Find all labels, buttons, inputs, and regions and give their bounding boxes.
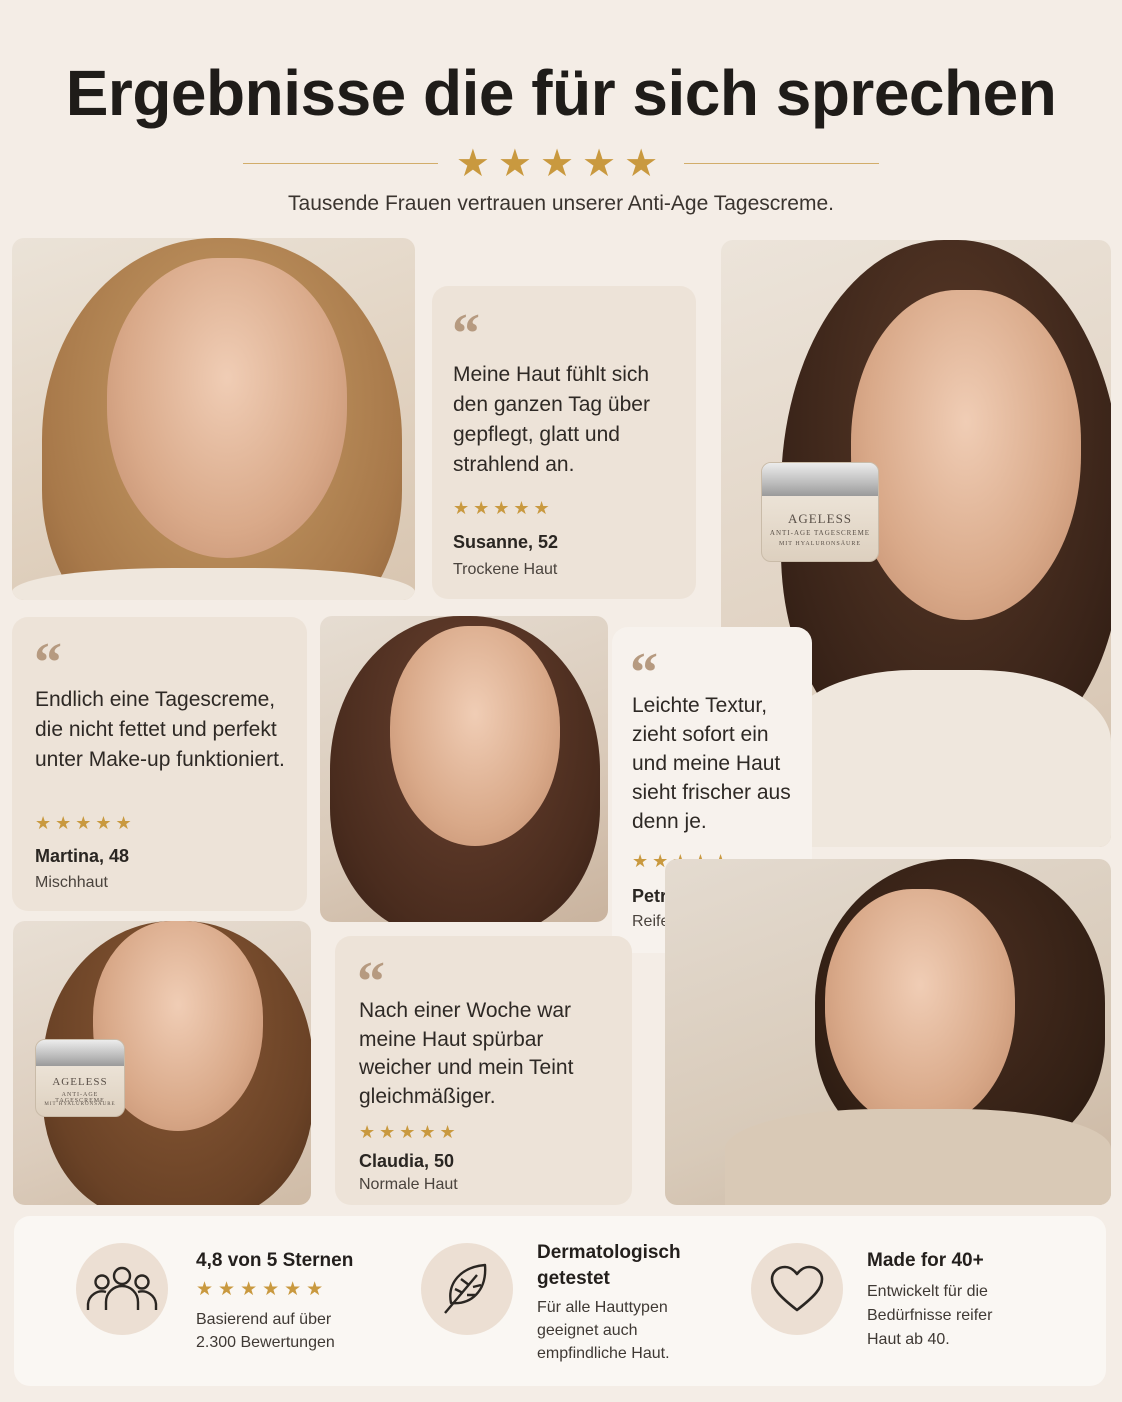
feature-title: Made for 40+ (867, 1250, 984, 1271)
testimonial-quote: Endlich eine Tagescreme, die nicht fette… (35, 688, 285, 771)
title-divider: ★★★★★ (0, 140, 1122, 186)
product-jar: AGELESS ANTI-AGE TAGESCREME MIT HYALURON… (35, 1039, 125, 1117)
heart-icon (770, 1265, 824, 1312)
feature-desc-line: 2.300 Bewertungen (196, 1334, 335, 1351)
page-title: Ergebnisse die für sich sprechen (65, 57, 1057, 129)
testimonial-stars: ★★★★★ (453, 498, 554, 519)
product-brand: AGELESS (52, 1076, 108, 1088)
feature-desc-line: Entwickelt für die (867, 1283, 988, 1300)
testimonial-card-martina: “ Endlich eine Tagescreme, die nicht fet… (12, 617, 307, 911)
divider-line-right (684, 162, 880, 164)
feature-desc-line: Haut ab 40. (867, 1331, 950, 1348)
testimonial-card-claudia: “ Nach einer Woche war meine Haut spürba… (335, 936, 632, 1205)
testimonial-name: Claudia, 50 (359, 1151, 455, 1171)
product-sub: MIT HYALURONSÄURE (778, 541, 862, 547)
photo-woman-with-jar: AGELESS ANTI-AGE TAGESCREME MIT HYALURON… (13, 921, 311, 1205)
feature-icon-circle (751, 1243, 843, 1335)
divider-line-left (242, 162, 438, 164)
testimonial-name: Martina, 48 (35, 846, 130, 866)
product-line: ANTI-AGE TAGESCREME (769, 529, 871, 537)
feature-desc-line: geeignet auch (537, 1322, 638, 1339)
people-icon (86, 1266, 158, 1310)
page-subtitle: Tausende Frauen vertrauen unserer Anti-A… (288, 192, 834, 215)
product-brand: AGELESS (787, 511, 853, 526)
feature-title: Dermatologisch (537, 1242, 681, 1263)
leaf-icon (444, 1263, 487, 1314)
testimonial-skin-type: Normale Haut (359, 1176, 458, 1193)
feature-icon-circle (76, 1243, 168, 1335)
features-bar: 4,8 von 5 Sternen ★★★★★★ Basierend auf ü… (14, 1216, 1106, 1386)
quote-icon: “ (34, 632, 62, 694)
photo-woman-resting-chin (320, 616, 608, 922)
testimonial-name: Susanne, 52 (453, 532, 559, 552)
testimonial-quote: Meine Haut fühlt sich den ganzen Tag übe… (453, 363, 650, 476)
testimonial-quote: Leichte Textur, zieht sofort ein und mei… (632, 694, 791, 833)
feature-desc-line: Für alle Hauttypen (537, 1299, 668, 1316)
product-sub: MIT HYALURONSÄURE (44, 1102, 116, 1107)
feature-title: 4,8 von 5 Sternen (196, 1250, 354, 1271)
testimonial-card-susanne: “ Meine Haut fühlt sich den ganzen Tag ü… (432, 286, 696, 599)
feature-icon-circle (421, 1243, 513, 1335)
feature-desc-line: Basierend auf über (196, 1311, 332, 1328)
feature-title: getestet (537, 1268, 610, 1289)
testimonial-quote: Nach einer Woche war meine Haut spürbar … (359, 999, 574, 1108)
quote-icon: “ (452, 303, 480, 365)
photo-woman-curly-hair (665, 859, 1111, 1205)
rating-stars: ★★★★★ (455, 141, 667, 185)
feature-stars: ★★★★★★ (196, 1278, 329, 1300)
feature-desc-line: empfindliche Haut. (537, 1345, 670, 1362)
feature-desc-line: Bedürfnisse reifer (867, 1307, 993, 1324)
testimonial-stars: ★★★★★ (359, 1122, 460, 1143)
testimonial-skin-type: Trockene Haut (453, 561, 558, 578)
testimonial-skin-type: Mischhaut (35, 874, 108, 891)
testimonial-stars: ★★★★★ (35, 813, 136, 834)
product-jar: AGELESS ANTI-AGE TAGESCREME MIT HYALURON… (761, 462, 879, 562)
photo-woman-applying-cream (12, 238, 415, 600)
